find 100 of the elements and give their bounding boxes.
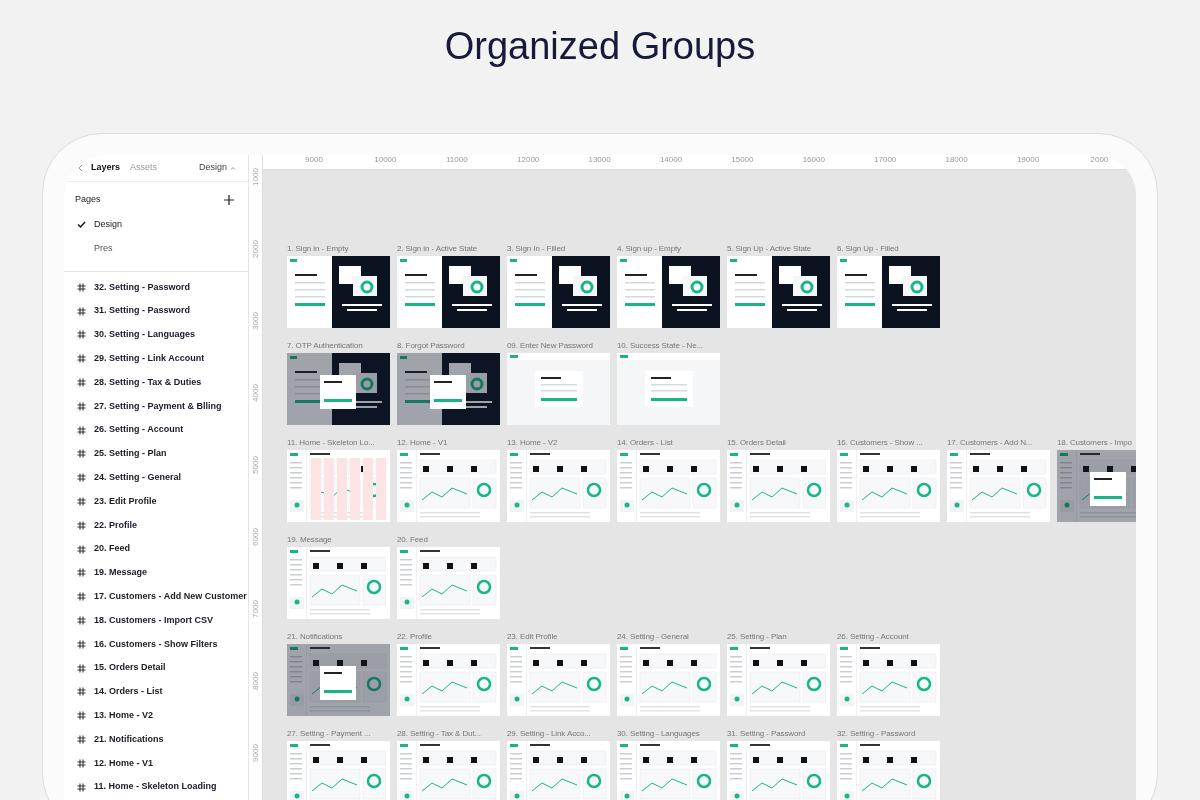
frame-label[interactable]: 30. Setting - Languages	[617, 729, 720, 739]
frame-preview-drawing[interactable]	[287, 256, 390, 328]
frame-label[interactable]: 6. Sign Up - Filled	[837, 244, 940, 254]
frame-preview-drawing[interactable]	[287, 741, 390, 800]
frame-label[interactable]: 2. Sign in - Active State	[397, 244, 500, 254]
frame-label[interactable]: 21. Notifications	[287, 632, 390, 642]
frame-preview-drawing[interactable]	[617, 256, 720, 328]
layer-item[interactable]: 17. Customers - Add New Customer	[94, 590, 247, 604]
frame-label[interactable]: 10. Success State - Ne...	[617, 341, 720, 351]
frame-label[interactable]: 22. Profile	[397, 632, 500, 642]
frame-label[interactable]: 16. Customers - Show ...	[837, 438, 940, 448]
frame-label[interactable]: 31. Setting - Password	[727, 729, 830, 739]
frame-icon	[77, 449, 86, 459]
section-heading: Pages	[75, 193, 101, 206]
ruler-label: 17000	[874, 156, 897, 164]
frame-label[interactable]: 27. Setting - Payment ...	[287, 729, 390, 739]
layer-item[interactable]: 23. Edit Profile	[94, 494, 157, 509]
frame-preview-drawing[interactable]	[397, 256, 500, 328]
layer-item[interactable]: 24. Setting - General	[94, 471, 182, 485]
ruler-label: 13000	[588, 156, 611, 164]
frame-label[interactable]: 5. Sign Up - Active State	[727, 244, 830, 254]
frame-preview-drawing[interactable]	[727, 256, 830, 328]
ruler-label: 8000	[252, 672, 260, 690]
layer-item[interactable]: 28. Setting - Tax & Duties	[94, 375, 202, 390]
frame-label[interactable]: 11. Home - Skeleton Lo...	[287, 438, 390, 448]
frame-icon	[77, 639, 86, 649]
frame-label[interactable]: 13. Home - V2	[507, 438, 610, 448]
frame-label[interactable]: 28. Setting - Tax & Dut...	[397, 729, 500, 739]
layer-item[interactable]: 31. Setting - Password	[94, 304, 191, 318]
ruler-label: 7000	[252, 600, 260, 618]
layer-item[interactable]: 25. Setting - Plan	[94, 447, 167, 461]
frame-preview-drawing[interactable]	[837, 741, 940, 800]
frame-label[interactable]: 18. Customers - Impo	[1057, 438, 1136, 448]
design-mode-dropdown[interactable]: Design	[199, 161, 236, 175]
frame-icon	[77, 616, 86, 626]
frame-icon	[77, 401, 86, 411]
layer-item[interactable]: 20. Feed	[94, 542, 131, 556]
ruler-label: 3000	[252, 312, 260, 330]
frame-label[interactable]: 7. OTP Authentication	[287, 341, 390, 351]
frame-preview-drawing[interactable]	[507, 256, 610, 328]
frame-preview-drawing[interactable]	[1057, 450, 1136, 522]
ruler-label: 6000	[252, 528, 260, 546]
frame-icon	[77, 711, 86, 721]
layer-item[interactable]: 22. Profile	[94, 518, 138, 533]
layer-item[interactable]: 29. Setting - Link Account	[94, 352, 205, 366]
frame-icon	[77, 330, 86, 340]
frame-icon	[77, 473, 86, 483]
frame-label[interactable]: 26. Setting - Account	[837, 632, 940, 642]
ruler-label: 2000	[1090, 156, 1109, 164]
ruler-label: 1000	[252, 168, 260, 186]
layer-item[interactable]: 11. Home - Skeleton Loading	[94, 780, 217, 794]
frame-label[interactable]: 15. Orders Detail	[727, 438, 830, 448]
layer-item[interactable]: 21. Notifications	[94, 732, 164, 747]
frame-label[interactable]: 29. Setting - Link Acco...	[507, 729, 610, 739]
frame-preview-drawing[interactable]	[397, 741, 500, 800]
frame-icon	[77, 758, 86, 768]
frame-icon	[77, 354, 86, 364]
layer-item[interactable]: 16. Customers - Show Filters	[94, 637, 218, 652]
page-item[interactable]: Design	[94, 217, 122, 232]
frame-label[interactable]: 24. Setting - General	[617, 632, 720, 642]
panel-tab[interactable]: Assets	[130, 161, 158, 175]
page-item[interactable]: Pres	[94, 241, 113, 256]
frame-label[interactable]: 4. Sign up - Empty	[617, 244, 720, 254]
ruler-label: 9000	[252, 744, 260, 762]
frame-label[interactable]: 3. Sign In - Filled	[507, 244, 610, 254]
frame-label[interactable]: 17. Customers - Add N...	[947, 438, 1050, 448]
frame-label[interactable]: 1. Sign in - Empty	[287, 244, 390, 254]
frame-label[interactable]: 23. Edit Profile	[507, 632, 610, 642]
frame-label[interactable]: 09. Enter New Password	[507, 341, 610, 351]
layer-item[interactable]: 32. Setting - Password	[94, 280, 191, 295]
frame-preview-drawing[interactable]	[287, 353, 390, 425]
frame-label[interactable]: 25. Setting - Plan	[727, 632, 830, 642]
layer-item[interactable]: 12. Home - V1	[94, 756, 154, 771]
back-icon[interactable]	[78, 164, 83, 172]
frame-preview-drawing[interactable]	[397, 353, 500, 425]
frame-label[interactable]: 20. Feed	[397, 535, 500, 545]
layer-item[interactable]: 14. Orders - List	[94, 685, 163, 699]
layer-item[interactable]: 27. Setting - Payment & Blling	[94, 399, 222, 414]
layer-item[interactable]: 15. Orders Detail	[94, 661, 166, 675]
frame-icon	[77, 544, 86, 554]
frame-preview-drawing[interactable]	[837, 256, 940, 328]
frame-preview-drawing[interactable]	[507, 741, 610, 800]
layer-item[interactable]: 13. Home - V2	[94, 709, 154, 723]
frame-preview-drawing[interactable]	[727, 741, 830, 800]
layer-item[interactable]: 18. Customers - Import CSV	[94, 613, 214, 628]
frame-preview-drawing[interactable]	[287, 644, 390, 716]
add-icon[interactable]	[224, 194, 234, 205]
frame-icon	[77, 592, 86, 602]
panel-tab[interactable]: Layers	[91, 161, 121, 175]
frame-label[interactable]: 19. Message	[287, 535, 390, 545]
frame-label[interactable]: 32. Setting - Password	[837, 729, 940, 739]
frame-icon	[77, 425, 86, 435]
frame-label[interactable]: 8. Forgot Password	[397, 341, 500, 351]
frame-icon	[77, 520, 86, 530]
frame-label[interactable]: 12. Home - V1	[397, 438, 500, 448]
layer-item[interactable]: 19. Message	[94, 566, 148, 580]
layer-item[interactable]: 30. Setting - Languages	[94, 328, 196, 342]
layer-item[interactable]: 26. Setting - Account	[94, 423, 184, 437]
frame-label[interactable]: 14. Orders - List	[617, 438, 720, 448]
frame-preview-drawing[interactable]	[617, 741, 720, 800]
